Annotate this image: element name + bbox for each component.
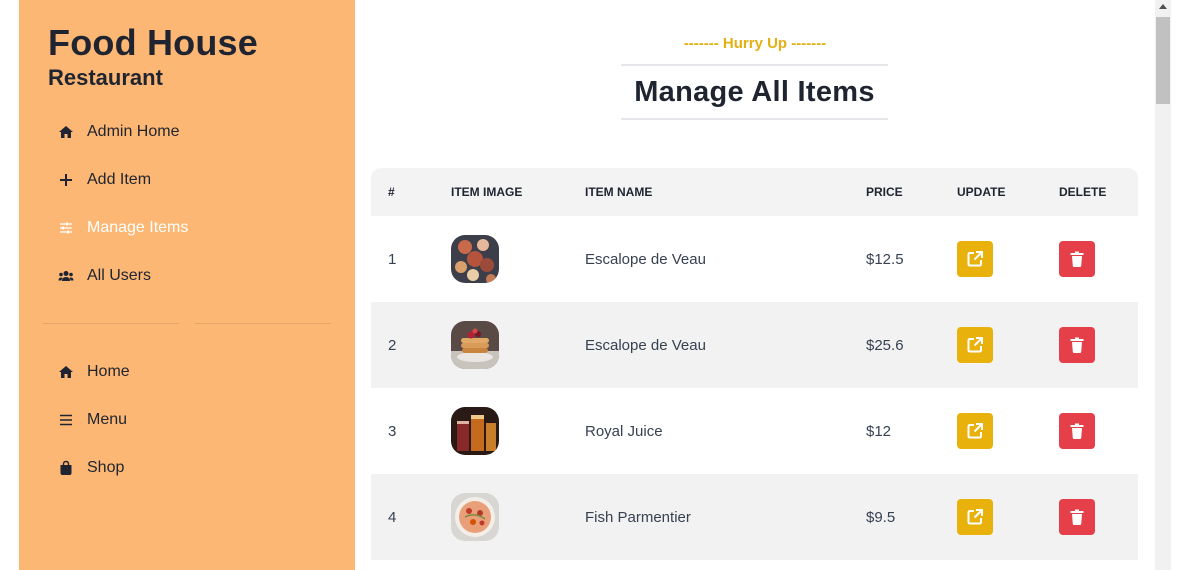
sidebar-divider: [195, 323, 331, 324]
sidebar-item-label: Admin Home: [87, 123, 180, 140]
sidebar-item-home[interactable]: Home: [57, 360, 130, 384]
item-image-cell: [451, 474, 499, 560]
sidebar-item-admin-home[interactable]: Admin Home: [57, 120, 179, 144]
trash-icon: [1070, 509, 1084, 525]
table-row: 1 Escalope de Veau $12.5: [371, 216, 1138, 302]
column-header: #: [388, 185, 395, 199]
sidebar-item-label: All Users: [87, 267, 152, 284]
sidebar-item-all-users[interactable]: All Users: [57, 264, 151, 288]
item-name: Escalope de Veau: [585, 336, 706, 354]
sidebar: Food House Restaurant Admin Home Add Ite…: [19, 0, 355, 570]
update-cell: [957, 474, 993, 560]
vertical-scrollbar[interactable]: [1155, 0, 1171, 570]
page: Food House Restaurant Admin Home Add Ite…: [0, 0, 1194, 570]
update-button[interactable]: [957, 499, 993, 535]
column-header: PRICE: [866, 185, 903, 199]
update-cell: [957, 302, 993, 388]
column-header: ITEM NAME: [585, 185, 653, 199]
food-platter-image: [451, 235, 499, 283]
plus-icon: [57, 171, 75, 189]
sidebar-item-label: Manage Items: [87, 219, 189, 236]
sidebar-item-label: Home: [87, 363, 130, 380]
item-price: $12.5: [866, 250, 904, 268]
update-button[interactable]: [957, 327, 993, 363]
sliders-icon: [57, 219, 75, 237]
delete-button[interactable]: [1059, 241, 1095, 277]
fish-dish-image: [451, 493, 499, 541]
sidebar-item-label: Menu: [87, 411, 128, 428]
home-icon: [57, 123, 75, 141]
external-link-icon: [967, 337, 983, 353]
shopping-bag-icon: [57, 459, 75, 477]
item-name: Royal Juice: [585, 422, 663, 440]
delete-cell: [1059, 216, 1095, 302]
sidebar-item-add-item[interactable]: Add Item: [57, 168, 151, 192]
item-name: Fish Parmentier: [585, 508, 691, 526]
trash-icon: [1070, 337, 1084, 353]
delete-cell: [1059, 474, 1095, 560]
update-button[interactable]: [957, 241, 993, 277]
external-link-icon: [967, 251, 983, 267]
row-index: 3: [388, 422, 397, 440]
scrollbar-thumb[interactable]: [1156, 17, 1170, 104]
sidebar-item-menu[interactable]: Menu: [57, 408, 127, 432]
column-header: DELETE: [1059, 185, 1107, 199]
item-price: $25.6: [866, 336, 904, 354]
item-image-cell: [451, 388, 499, 474]
table-header: # ITEM IMAGE ITEM NAME PRICE UPDATE DELE…: [371, 168, 1138, 216]
delete-button[interactable]: [1059, 413, 1095, 449]
menu-icon: [57, 411, 75, 429]
external-link-icon: [967, 423, 983, 439]
pancake-stack-image: [451, 321, 499, 369]
update-cell: [957, 216, 993, 302]
row-index: 1: [388, 250, 397, 268]
delete-button[interactable]: [1059, 327, 1095, 363]
trash-icon: [1070, 251, 1084, 267]
table-row: 3 Royal Juice $12: [371, 388, 1138, 474]
item-price: $12: [866, 422, 892, 440]
column-header: ITEM IMAGE: [451, 185, 523, 199]
trash-icon: [1070, 423, 1084, 439]
sidebar-item-manage-items[interactable]: Manage Items: [57, 216, 188, 240]
brand-subtitle: Restaurant: [48, 65, 163, 90]
table-row: 2 Escalope de Veau $25.6: [371, 302, 1138, 388]
sidebar-item-shop[interactable]: Shop: [57, 456, 124, 480]
home-icon: [57, 363, 75, 381]
brand-title: Food House: [48, 22, 258, 63]
sidebar-item-label: Shop: [87, 459, 125, 476]
delete-cell: [1059, 302, 1095, 388]
table-row: 4 Fish Parmentier $9.5: [371, 474, 1138, 560]
users-icon: [57, 267, 75, 285]
row-index: 4: [388, 508, 397, 526]
sidebar-divider: [43, 323, 179, 324]
drinks-image: [451, 407, 499, 455]
section-subtitle: ------- Hurry Up -------: [683, 35, 827, 52]
title-box: Manage All Items: [621, 64, 888, 120]
page-title: Manage All Items: [634, 75, 875, 108]
update-button[interactable]: [957, 413, 993, 449]
item-price: $9.5: [866, 508, 896, 526]
scroll-up-arrow-icon[interactable]: [1159, 4, 1167, 9]
external-link-icon: [967, 509, 983, 525]
items-table: # ITEM IMAGE ITEM NAME PRICE UPDATE DELE…: [371, 168, 1138, 560]
update-cell: [957, 388, 993, 474]
delete-cell: [1059, 388, 1095, 474]
column-header: UPDATE: [957, 185, 1006, 199]
item-image-cell: [451, 302, 499, 388]
item-name: Escalope de Veau: [585, 250, 706, 268]
delete-button[interactable]: [1059, 499, 1095, 535]
row-index: 2: [388, 336, 397, 354]
main-content: ------- Hurry Up ------- Manage All Item…: [355, 0, 1155, 570]
item-image-cell: [451, 216, 499, 302]
sidebar-item-label: Add Item: [87, 171, 152, 188]
